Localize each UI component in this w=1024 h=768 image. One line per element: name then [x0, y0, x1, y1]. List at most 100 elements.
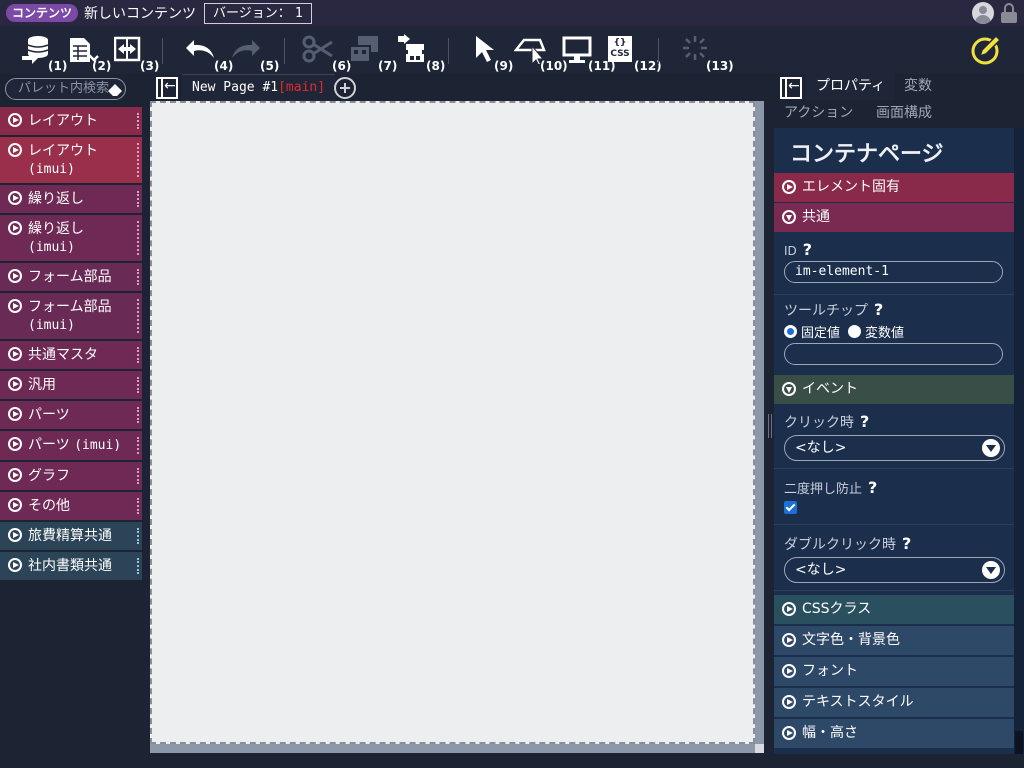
palette-item-parts[interactable]: パーツ [0, 401, 142, 431]
eraser-icon[interactable] [106, 83, 124, 101]
double-submit-prevent-label-text: 二度押し防止 [784, 482, 863, 497]
palette-item-layout[interactable]: レイアウト [0, 107, 142, 137]
redo-button[interactable]: (5) [230, 34, 279, 73]
double-submit-prevent-checkbox[interactable] [784, 501, 797, 514]
version-indicator[interactable]: バージョン： 1 [204, 2, 312, 24]
double-click-action-select[interactable]: <なし> [784, 557, 1005, 583]
section-css-class[interactable]: CSSクラス [774, 595, 1014, 624]
copy-button[interactable]: (7) [348, 34, 397, 73]
divider [774, 468, 1014, 469]
play-circle-icon [8, 498, 22, 512]
palette-item-form-parts[interactable]: フォーム部品 [0, 263, 142, 293]
palette-item-parts-imui[interactable]: パーツ (imui) [0, 431, 142, 462]
database-export-button[interactable]: (1) [22, 34, 67, 73]
radio-variable[interactable] [848, 325, 862, 338]
palette-item-label: レイアウト [28, 143, 98, 159]
palette-item-form-parts-imui[interactable]: フォーム部品 (imui) [0, 293, 142, 341]
palette-item-travel-expense[interactable]: 旅費精算共通 [0, 522, 142, 552]
tool-number-8: (8) [426, 59, 446, 73]
tooltip-input[interactable] [784, 343, 1003, 365]
canvas-area [150, 101, 764, 753]
divider [774, 294, 1014, 295]
scissors-icon [302, 35, 333, 63]
palette-item-label: フォーム部品 [28, 299, 112, 315]
canvas-vertical-scrollbar[interactable] [755, 101, 764, 744]
edit-pencil-icon[interactable] [970, 32, 1004, 70]
section-label: テキストスタイル [802, 694, 914, 710]
css-brace-text: {} [613, 38, 627, 48]
play-circle-icon [782, 726, 796, 740]
undo-button[interactable]: (4) [184, 34, 233, 73]
palette-item-other[interactable]: その他 [0, 492, 142, 522]
toolbar-separator [162, 38, 163, 64]
cut-button[interactable]: (6) [302, 34, 351, 73]
section-text-style[interactable]: テキストスタイル [774, 688, 1014, 717]
play-circle-icon [8, 269, 22, 283]
tab-variables[interactable]: 変数 [894, 74, 942, 100]
help-icon[interactable]: ? [868, 478, 877, 497]
tooltip-label-text: ツールチップ [784, 303, 868, 319]
palette-item-internal-docs[interactable]: 社内書類共通 [0, 552, 142, 582]
double-click-label: ダブルクリック時? [784, 534, 911, 554]
chevron-down-icon [982, 561, 1000, 579]
help-icon[interactable]: ? [860, 412, 869, 431]
section-font[interactable]: フォント [774, 657, 1014, 686]
tooltip-label: ツールチップ? [784, 300, 883, 320]
click-label-text: クリック時 [784, 415, 854, 431]
user-avatar-icon[interactable] [972, 2, 994, 24]
properties-scrollbar[interactable] [1014, 128, 1024, 754]
palette-item-repeat[interactable]: 繰り返し [0, 185, 142, 215]
play-circle-icon [782, 633, 796, 647]
canvas-horizontal-scrollbar[interactable] [150, 744, 755, 753]
help-icon[interactable]: ? [803, 240, 812, 259]
area-select-button[interactable]: (10) [514, 34, 568, 73]
css-editor-button[interactable]: {} CSS (12) [606, 34, 662, 73]
add-page-icon[interactable] [334, 77, 356, 99]
palette-item-label: フォーム部品 [28, 269, 112, 285]
radio-fixed[interactable] [784, 325, 797, 338]
palette-item-repeat-imui[interactable]: 繰り返し (imui) [0, 215, 142, 263]
select-pointer-button[interactable]: (9) [472, 34, 513, 73]
palette-item-layout-imui[interactable]: レイアウト (imui) [0, 137, 142, 185]
play-circle-icon [8, 437, 22, 451]
help-icon[interactable]: ? [874, 300, 883, 319]
version-number: 1 [294, 5, 303, 21]
design-canvas[interactable] [150, 101, 755, 744]
click-label: クリック時? [784, 412, 869, 432]
palette-item-general[interactable]: 汎用 [0, 371, 142, 401]
palette-item-label: 共通マスタ [28, 347, 98, 363]
section-common[interactable]: 共通 [774, 203, 1014, 232]
section-label: 文字色・背景色 [802, 632, 900, 648]
palette-item-common-master[interactable]: 共通マスタ [0, 341, 142, 371]
paste-button[interactable]: (8) [394, 34, 445, 73]
collapse-properties-icon[interactable] [780, 77, 802, 99]
section-element-specific[interactable]: エレメント固有 [774, 173, 1014, 202]
help-icon[interactable]: ? [902, 534, 911, 553]
play-circle-icon [782, 602, 796, 616]
table-document-button[interactable]: (2) [68, 34, 111, 73]
unlock-icon[interactable] [998, 2, 1020, 24]
tool-number-3: (3) [140, 59, 160, 73]
play-circle-icon [8, 528, 22, 542]
palette-item-graph[interactable]: グラフ [0, 462, 142, 492]
click-action-select[interactable]: <なし> [784, 435, 1005, 461]
chevron-down-circle-icon [782, 382, 796, 396]
id-input[interactable]: im-element-1 [784, 261, 1003, 283]
section-event[interactable]: イベント [774, 375, 1014, 404]
panel-splitter[interactable] [766, 74, 774, 754]
collapse-palette-icon[interactable] [156, 77, 178, 99]
tab-new-page-1[interactable]: New Page #1[main] [182, 74, 336, 102]
fit-width-button[interactable]: (3) [114, 34, 159, 73]
loading-button[interactable]: (13) [680, 34, 734, 73]
palette-item-sublabel: (imui) [28, 318, 75, 333]
section-size[interactable]: 幅・高さ [774, 719, 1014, 748]
tab-properties[interactable]: プロパティ [806, 74, 896, 100]
css-label-text: CSS [610, 49, 630, 59]
palette-item-label: パーツ [28, 407, 70, 423]
preview-button[interactable]: (11) [562, 34, 616, 73]
scrollbar-thumb[interactable] [1015, 731, 1023, 754]
section-label: フォント [802, 663, 858, 679]
tab-screen-structure[interactable]: 画面構成 [866, 101, 942, 127]
section-colors[interactable]: 文字色・背景色 [774, 626, 1014, 655]
tab-actions[interactable]: アクション [774, 101, 863, 127]
